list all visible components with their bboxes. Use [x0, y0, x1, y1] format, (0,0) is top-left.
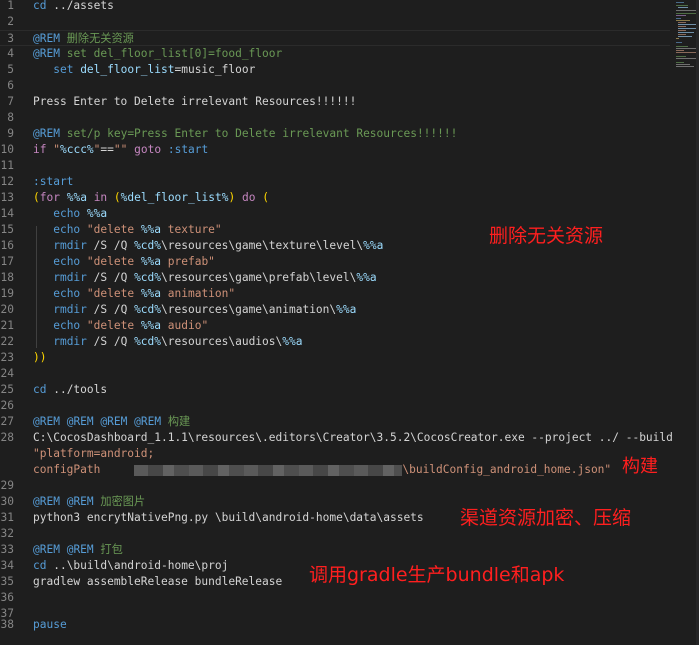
code-line[interactable]: 22 rmdir /S /Q %cd%\resources\audios\%%a — [0, 334, 670, 350]
code-editor[interactable]: 1 cd ../assets 2 3 @REM 删除无关资源 4 @REM set d… — [0, 0, 699, 645]
code-line[interactable]: 13 (for %%a in (%del_floor_list%) do ( — [0, 190, 670, 206]
code-line[interactable]: 14 echo %%a — [0, 206, 670, 222]
code-line[interactable]: 18 rmdir /S /Q %cd%\resources\game\prefa… — [0, 270, 670, 286]
code-line-wrapped[interactable]: configPath \buildConfig_android_home.json… — [0, 462, 670, 478]
code-line[interactable]: 24 — [0, 366, 670, 382]
redacted-region — [134, 464, 403, 476]
code-line[interactable]: 23)) — [0, 350, 670, 366]
code-line[interactable]: 27 @REM @REM @REM @REM 构建 — [0, 414, 670, 430]
annotation-build: 构建 — [622, 456, 658, 477]
code-line[interactable]: 17 echo "delete %%a prefab" — [0, 254, 670, 270]
minimap[interactable] — [676, 2, 698, 72]
code-text: Press Enter to Delete irrelevant Resourc… — [33, 95, 357, 108]
code-text: configPath — [33, 463, 101, 476]
code-line[interactable]: 33 @REM @REM 打包 — [0, 542, 670, 558]
code-line[interactable]: 2 — [0, 14, 670, 30]
code-line[interactable]: 29 — [0, 478, 670, 494]
code-line[interactable]: 28 C:\CocosDashboard_1.1.1\resources\.edi… — [0, 430, 673, 446]
code-line-current[interactable]: 3 @REM 删除无关资源 — [0, 30, 670, 46]
code-line-wrapped[interactable]: "platform=android; — [0, 446, 670, 462]
annotation-encrypt: 渠道资源加密、压缩 — [460, 507, 632, 529]
code-line[interactable]: 26 — [0, 398, 670, 414]
code-line[interactable]: 7 Press Enter to Delete irrelevant Resour… — [0, 94, 670, 110]
code-text: C:\CocosDashboard_1.1.1\resources\.edito… — [33, 431, 673, 444]
code-text: \buildConfig_android_home.json" — [402, 463, 612, 476]
code-line[interactable]: 36 — [0, 590, 670, 606]
code-text: "platform=android; — [33, 447, 155, 460]
code-line[interactable]: 6 — [0, 78, 670, 94]
code-line[interactable]: 38 pause — [0, 617, 670, 633]
code-line[interactable]: 5 set del_floor_list=music_floor — [0, 62, 670, 78]
code-line[interactable]: 20 rmdir /S /Q %cd%\resources\game\anima… — [0, 302, 670, 318]
code-line[interactable]: 9 @REM set/p key=Press Enter to Delete ir… — [0, 126, 670, 142]
code-line[interactable]: 8 — [0, 110, 670, 126]
code-line[interactable]: 19 echo "delete %%a animation" — [0, 286, 670, 302]
code-line[interactable]: 21 echo "delete %%a audio" — [0, 318, 670, 334]
code-line[interactable]: 11 — [0, 158, 670, 174]
annotation-package: 调用gradle生产bundle和apk — [309, 564, 565, 586]
code-line[interactable]: 25 cd ../tools — [0, 382, 670, 398]
code-text: python3 encrytNativePng.py \build\androi… — [33, 511, 424, 524]
code-line[interactable]: 10 if "%ccc%"=="" goto :start — [0, 142, 670, 158]
code-text: gradlew assembleRelease bundleRelease — [33, 575, 283, 588]
annotation-delete: 删除无关资源 — [489, 225, 604, 247]
code-line[interactable]: 4 @REM set del_floor_list[0]=food_floor — [0, 46, 670, 62]
code-line[interactable]: 12:start — [0, 174, 670, 190]
code-line[interactable]: 1 cd ../assets — [0, 0, 670, 14]
